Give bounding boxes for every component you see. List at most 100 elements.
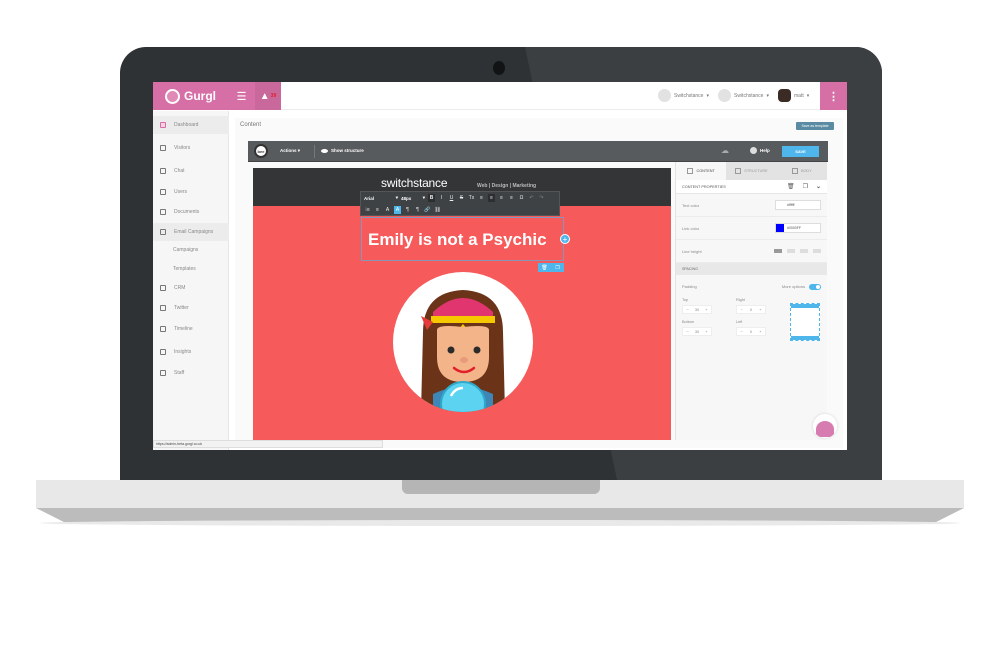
- padding-row: Padding More options: [676, 275, 827, 298]
- delete-icon[interactable]: 🗑: [538, 263, 551, 272]
- sidebar-item-campaigns[interactable]: Campaigns: [153, 241, 229, 259]
- padding-bottom-value[interactable]: 30: [692, 328, 701, 335]
- plus-icon[interactable]: +: [702, 328, 711, 335]
- minus-icon[interactable]: −: [737, 328, 746, 335]
- special-char-button[interactable]: Ω: [518, 194, 525, 202]
- sidebar-item-timeline[interactable]: Timeline: [153, 320, 229, 338]
- sidebar-item-label: CRM: [174, 285, 186, 291]
- plus-icon[interactable]: +: [702, 306, 711, 313]
- text-color-field[interactable]: #ffffff: [775, 200, 821, 210]
- ltr-button[interactable]: ¶: [404, 206, 411, 214]
- clear-format-button[interactable]: Tx: [468, 194, 475, 202]
- more-options-toggle[interactable]: [809, 283, 821, 290]
- more-menu-button[interactable]: ⋮: [820, 82, 847, 110]
- padding-preview: [790, 303, 820, 341]
- help-button[interactable]: Help: [750, 147, 770, 154]
- redo-button[interactable]: ↷: [538, 194, 545, 202]
- padding-right-stepper[interactable]: − 0 +: [736, 305, 766, 314]
- sidebar-item-crm[interactable]: CRM: [153, 279, 229, 297]
- kebab-icon: ⋮: [828, 90, 839, 103]
- text-color-row: Text color #ffffff: [676, 194, 827, 217]
- menu-button[interactable]: ☰: [228, 82, 255, 110]
- minus-icon[interactable]: −: [683, 306, 692, 313]
- add-block-button[interactable]: +: [560, 234, 570, 244]
- eye-right: [473, 346, 481, 354]
- bold-button[interactable]: B: [428, 194, 435, 202]
- email-headline[interactable]: Emily is not a Psychic: [368, 230, 547, 250]
- font-family-select[interactable]: Arial ▾: [364, 195, 398, 201]
- text-color-label: Text color: [682, 202, 700, 208]
- save-as-template-button[interactable]: Save as template: [796, 122, 834, 130]
- unlink-icon[interactable]: ⛓: [434, 206, 441, 214]
- link-color-value: #0000FF: [787, 226, 802, 230]
- sidebar-item-chat[interactable]: Chat: [153, 162, 229, 180]
- tab-body[interactable]: BODY: [777, 162, 827, 180]
- chevron-down-icon[interactable]: ⌄: [816, 183, 821, 190]
- undo-button[interactable]: ↶: [528, 194, 535, 202]
- cloud-icon[interactable]: ☁: [721, 146, 729, 155]
- notifications-button[interactable]: ▲ 39: [255, 82, 281, 110]
- underline-button[interactable]: U: [448, 194, 455, 202]
- font-size-select[interactable]: 48px ▾: [401, 195, 425, 201]
- padding-left-stepper[interactable]: − 0 +: [736, 327, 766, 336]
- unordered-list-button[interactable]: ≡: [374, 206, 381, 214]
- highlight-color-button[interactable]: A: [394, 206, 401, 214]
- tab-structure[interactable]: STRUCTURE: [726, 162, 776, 180]
- show-structure-toggle[interactable]: Show structure: [321, 148, 364, 153]
- actions-dropdown[interactable]: Actions ▾: [280, 148, 300, 154]
- page-title: Content: [240, 122, 262, 128]
- save-button[interactable]: SAVE: [782, 146, 819, 157]
- tab-content[interactable]: CONTENT: [676, 162, 727, 180]
- padding-right-value[interactable]: 0: [746, 306, 755, 313]
- properties-panel: CONTENT STRUCTURE BODY CONTENT PROPERTIE…: [675, 162, 827, 440]
- padding-top-stepper[interactable]: − 30 +: [682, 305, 712, 314]
- padding-left-value[interactable]: 0: [746, 328, 755, 335]
- chat-widget-button[interactable]: [813, 414, 837, 438]
- plus-icon[interactable]: +: [756, 328, 765, 335]
- plus-icon[interactable]: +: [756, 306, 765, 313]
- sidebar-item-email-campaigns[interactable]: Email Campaigns: [153, 223, 229, 241]
- sidebar-item-visitors[interactable]: Visitors: [153, 139, 229, 157]
- sidebar-item-insights[interactable]: Insights: [153, 343, 229, 361]
- align-center-button[interactable]: ≡: [488, 194, 495, 202]
- sidebar-item-users[interactable]: Users: [153, 183, 229, 201]
- link-icon[interactable]: 🔗: [424, 206, 431, 214]
- brand-logo[interactable]: Gurgl: [153, 82, 228, 110]
- sidebar-item-dashboard[interactable]: Dashboard: [153, 116, 229, 134]
- italic-button[interactable]: I: [438, 194, 445, 202]
- sidebar-item-documents[interactable]: Documents: [153, 203, 229, 221]
- user-menu-1[interactable]: Switchstance ▾: [658, 89, 709, 102]
- line-height-option[interactable]: [813, 249, 821, 253]
- line-height-option[interactable]: [774, 249, 782, 253]
- user-menu-3[interactable]: matt ▾: [778, 89, 809, 102]
- grid-icon: [687, 168, 694, 174]
- ordered-list-button[interactable]: ⁝≡: [364, 206, 371, 214]
- text-color-button[interactable]: A: [384, 206, 391, 214]
- link-color-row: Link color #0000FF: [676, 217, 827, 240]
- line-height-options[interactable]: [774, 249, 821, 253]
- duplicate-icon[interactable]: ❐: [551, 263, 564, 272]
- minus-icon[interactable]: −: [737, 306, 746, 313]
- sidebar-item-templates[interactable]: Templates: [153, 260, 229, 278]
- align-left-button[interactable]: ≡: [478, 194, 485, 202]
- line-height-option[interactable]: [800, 249, 808, 253]
- sidebar-item-twitter[interactable]: Twitter: [153, 299, 229, 317]
- justify-button[interactable]: ≡: [508, 194, 515, 202]
- email-canvas: switchstance Web | Design | Marketing Ar…: [253, 168, 671, 440]
- line-height-option[interactable]: [787, 249, 795, 253]
- duplicate-icon[interactable]: ❐: [803, 183, 808, 190]
- strikethrough-button[interactable]: S: [458, 194, 465, 202]
- gurgl-logo-icon: [165, 88, 180, 104]
- delete-icon[interactable]: 🗑: [787, 183, 795, 190]
- avatar: [778, 89, 791, 102]
- link-color-field[interactable]: #0000FF: [775, 223, 821, 233]
- sidebar-item-staff[interactable]: Staff: [153, 364, 229, 382]
- text-color-swatch: [776, 201, 784, 209]
- user-menu-2[interactable]: Switchstance ▾: [718, 89, 769, 102]
- chevron-down-icon: ▾: [806, 92, 810, 99]
- minus-icon[interactable]: −: [683, 328, 692, 335]
- padding-top-value[interactable]: 30: [692, 306, 701, 313]
- align-right-button[interactable]: ≡: [498, 194, 505, 202]
- padding-bottom-stepper[interactable]: − 30 +: [682, 327, 712, 336]
- rtl-button[interactable]: ¶: [414, 206, 421, 214]
